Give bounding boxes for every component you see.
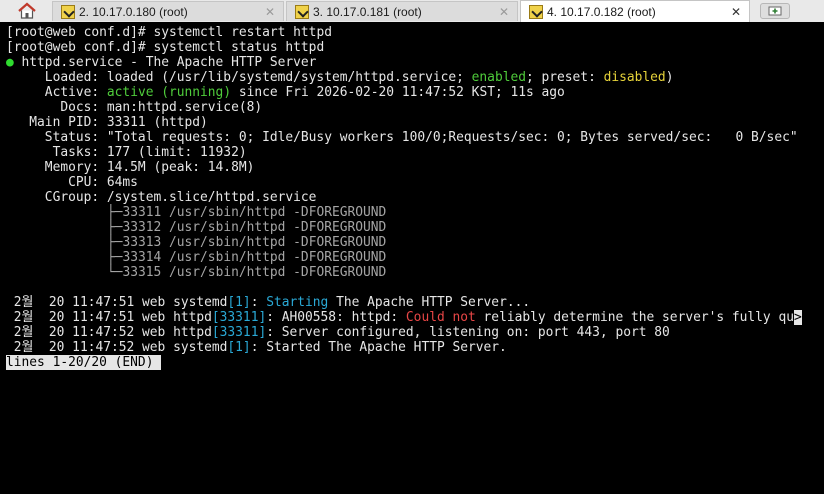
docs-line: Docs: man:httpd.service(8) bbox=[6, 100, 263, 115]
tab-session-3[interactable]: 3. 10.17.0.181 (root) ✕ bbox=[286, 1, 518, 21]
log-line: 2월 20 11:47:51 web httpd[33311]: AH00558… bbox=[6, 310, 824, 325]
command-text: systemctl restart httpd bbox=[153, 25, 332, 40]
log-message: reliably determine the server's fully qu bbox=[475, 310, 794, 325]
preset-state: disabled bbox=[603, 70, 666, 85]
tree-branch: ├─ bbox=[106, 220, 123, 235]
log-warning: Could not bbox=[405, 310, 476, 325]
service-line: ● httpd.service - The Apache HTTP Server bbox=[6, 55, 824, 70]
tab-label: 2. 10.17.0.180 (root) bbox=[79, 4, 188, 19]
tree-branch: └─ bbox=[106, 265, 123, 280]
process-entry: 33311 /usr/sbin/httpd -DFOREGROUND bbox=[122, 205, 387, 220]
log-pid: [1] bbox=[227, 340, 251, 355]
log-prefix: 2월 20 11:47:51 web systemd bbox=[6, 295, 228, 310]
terminal-icon bbox=[529, 4, 543, 19]
active-since: since Fri 2026-02-20 11:47:52 KST; 11s a… bbox=[231, 85, 565, 100]
active-label: Active: bbox=[6, 85, 107, 100]
tree-branch: ├─ bbox=[106, 250, 123, 265]
log-pid: [33311] bbox=[211, 310, 267, 325]
log-message: : Started The Apache HTTP Server. bbox=[250, 340, 507, 355]
status-dot-icon: ● bbox=[6, 55, 14, 70]
command-text: systemctl status httpd bbox=[153, 40, 325, 55]
cgroup-line: CGroup: /system.slice/httpd.service bbox=[6, 190, 317, 205]
cgroup-process: ├─33313 /usr/sbin/httpd -DFOREGROUND bbox=[6, 235, 824, 250]
main-pid-line: Main PID: 33311 (httpd) bbox=[6, 115, 208, 130]
shell-prompt: [root@web conf.d]# bbox=[6, 40, 154, 55]
command-line-status: [root@web conf.d]# systemctl status http… bbox=[6, 40, 824, 55]
process-entry: 33312 /usr/sbin/httpd -DFOREGROUND bbox=[122, 220, 387, 235]
log-message: The Apache HTTP Server... bbox=[328, 295, 531, 310]
tree-branch: ├─ bbox=[106, 235, 123, 250]
memory-line: Memory: 14.5M (peak: 14.8M) bbox=[6, 160, 255, 175]
log-message: : Server configured, listening on: port … bbox=[266, 325, 670, 340]
home-button[interactable] bbox=[14, 1, 40, 21]
close-icon[interactable]: ✕ bbox=[729, 5, 743, 19]
active-state: active (running) bbox=[106, 85, 232, 100]
process-entry: 33315 /usr/sbin/httpd -DFOREGROUND bbox=[122, 265, 387, 280]
process-entry: 33313 /usr/sbin/httpd -DFOREGROUND bbox=[122, 235, 387, 250]
cpu-line: CPU: 64ms bbox=[6, 175, 138, 190]
log-line: 2월 20 11:47:52 web systemd[1]: Started T… bbox=[6, 340, 824, 355]
new-tab-button[interactable] bbox=[760, 3, 790, 19]
close-icon[interactable]: ✕ bbox=[497, 5, 511, 19]
log-pid: [33311] bbox=[211, 325, 267, 340]
service-name: httpd.service - The Apache HTTP Server bbox=[13, 55, 317, 70]
log-highlight: Starting bbox=[266, 295, 329, 310]
tree-branch: ├─ bbox=[106, 205, 123, 220]
tasks-line: Tasks: 177 (limit: 11932) bbox=[6, 145, 247, 160]
log-line: 2월 20 11:47:51 web systemd[1]: Starting … bbox=[6, 295, 824, 310]
active-line: Active: active (running) since Fri 2026-… bbox=[6, 85, 824, 100]
tab-bar: 2. 10.17.0.180 (root) ✕ 3. 10.17.0.181 (… bbox=[0, 0, 824, 23]
truncation-marker: > bbox=[793, 310, 802, 325]
command-line-restart: [root@web conf.d]# systemctl restart htt… bbox=[6, 25, 824, 40]
process-entry: 33314 /usr/sbin/httpd -DFOREGROUND bbox=[122, 250, 387, 265]
log-prefix: 2월 20 11:47:52 web systemd bbox=[6, 340, 228, 355]
log-pid: [1] bbox=[227, 295, 251, 310]
tab-session-2[interactable]: 2. 10.17.0.180 (root) ✕ bbox=[52, 1, 284, 21]
shell-prompt: [root@web conf.d]# bbox=[6, 25, 154, 40]
enabled-state: enabled bbox=[471, 70, 526, 85]
text-cursor bbox=[153, 355, 162, 370]
tab-session-4[interactable]: 4. 10.17.0.182 (root) ✕ bbox=[520, 0, 750, 22]
loaded-line: Loaded: loaded (/usr/lib/systemd/system/… bbox=[6, 70, 824, 85]
terminal-output[interactable]: [root@web conf.d]# systemctl restart htt… bbox=[0, 22, 824, 494]
new-tab-icon bbox=[768, 6, 782, 16]
cgroup-process: ├─33312 /usr/sbin/httpd -DFOREGROUND bbox=[6, 220, 824, 235]
loaded-text: ) bbox=[665, 70, 674, 85]
pager-status: lines 1-20/20 (END) bbox=[6, 355, 154, 370]
tab-label: 3. 10.17.0.181 (root) bbox=[313, 4, 422, 19]
cgroup-process: ├─33311 /usr/sbin/httpd -DFOREGROUND bbox=[6, 205, 824, 220]
cgroup-process: └─33315 /usr/sbin/httpd -DFOREGROUND bbox=[6, 265, 824, 280]
tab-label: 4. 10.17.0.182 (root) bbox=[547, 4, 656, 19]
terminal-icon bbox=[61, 4, 75, 19]
log-message: : AH00558: httpd: bbox=[266, 310, 406, 325]
cgroup-process: ├─33314 /usr/sbin/httpd -DFOREGROUND bbox=[6, 250, 824, 265]
home-icon bbox=[18, 2, 36, 19]
close-icon[interactable]: ✕ bbox=[263, 5, 277, 19]
loaded-text: ; preset: bbox=[525, 70, 604, 85]
log-prefix: 2월 20 11:47:51 web httpd bbox=[6, 310, 212, 325]
pager-line[interactable]: lines 1-20/20 (END) bbox=[6, 355, 824, 370]
log-line: 2월 20 11:47:52 web httpd[33311]: Server … bbox=[6, 325, 824, 340]
status-line: Status: "Total requests: 0; Idle/Busy wo… bbox=[6, 130, 798, 145]
log-sep: : bbox=[250, 295, 267, 310]
terminal-icon bbox=[295, 4, 309, 19]
loaded-text: Loaded: loaded (/usr/lib/systemd/system/… bbox=[6, 70, 472, 85]
log-prefix: 2월 20 11:47:52 web httpd bbox=[6, 325, 212, 340]
